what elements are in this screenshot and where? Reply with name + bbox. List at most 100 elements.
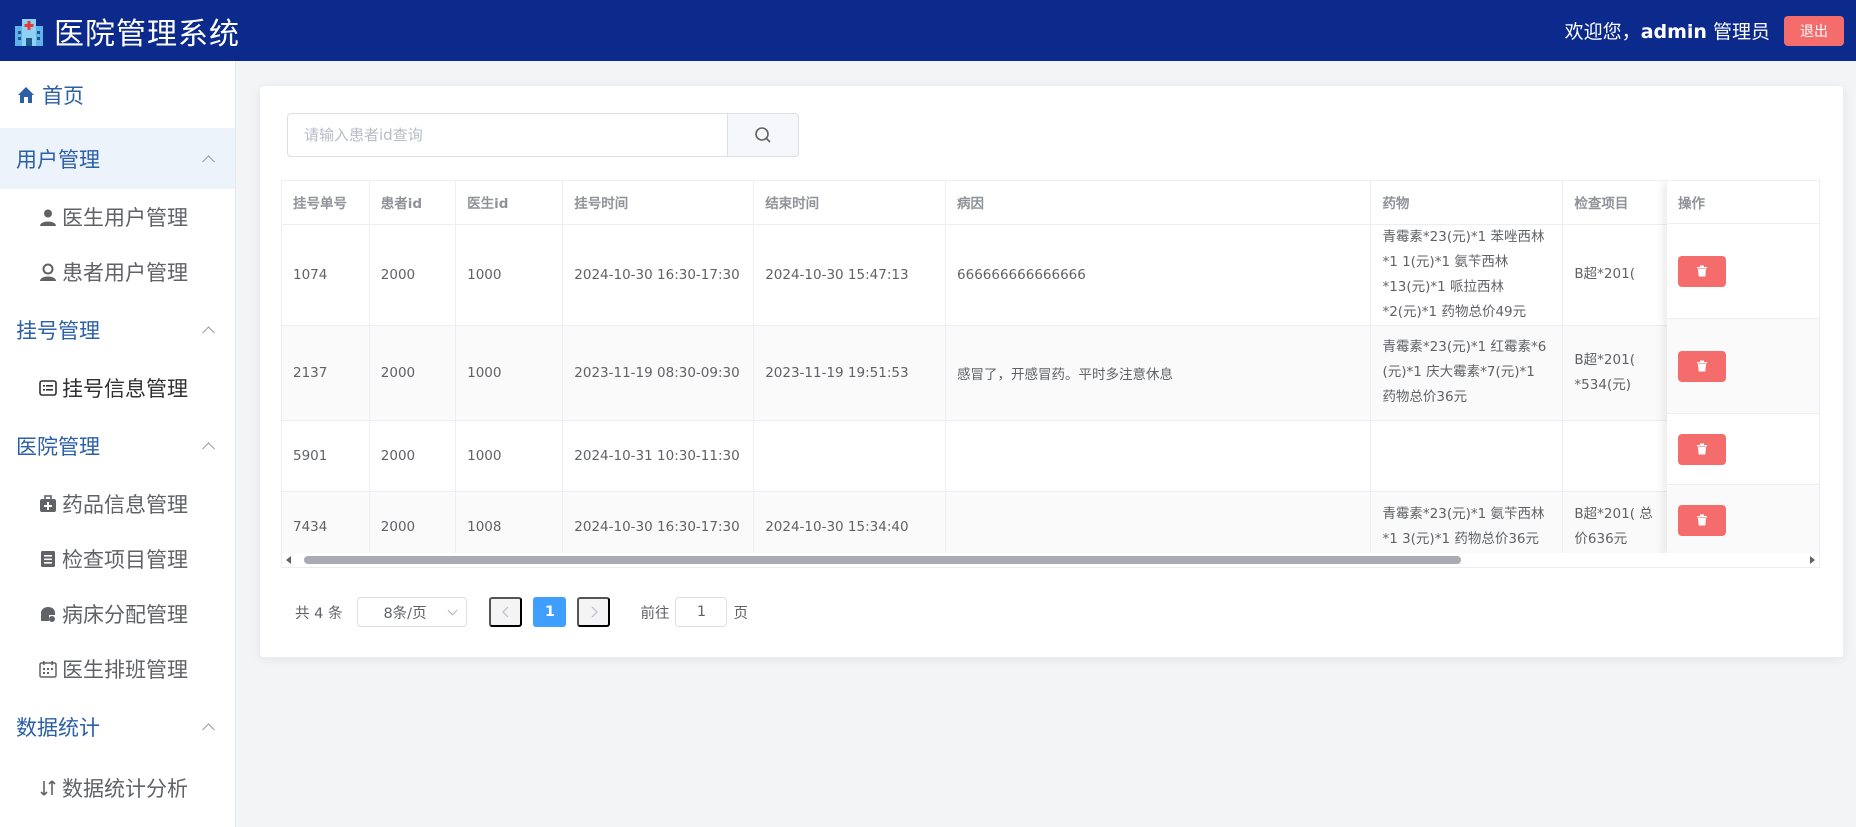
delete-button[interactable] <box>1678 255 1726 287</box>
page-suffix: 页 <box>733 605 748 622</box>
sidebar-item-registration-info[interactable]: 挂号信息管理 <box>0 360 235 415</box>
sidebar-item-stats-analysis[interactable]: 数据统计分析 <box>0 757 235 818</box>
sidebar-item-home[interactable]: 首页 <box>0 61 235 128</box>
cell-reg-time: 2024-10-30 16:30-17:30 <box>562 491 755 563</box>
sidebar-item-label: 首页 <box>42 83 84 108</box>
cell-end-time <box>753 420 947 492</box>
next-page-button[interactable] <box>577 597 611 627</box>
sidebar-item-label: 数据统计分析 <box>62 776 188 801</box>
actions-cell <box>1667 485 1819 556</box>
username: admin <box>1640 21 1707 43</box>
column-header[interactable]: 医生id <box>455 181 564 225</box>
trash-icon <box>1697 265 1707 277</box>
content-card: 挂号单号 患者id 医生id 挂号时间 结束时间 病因 药物 检查项目 1074… <box>259 85 1844 658</box>
trash-icon <box>1697 360 1707 372</box>
fixed-actions-column: 操作 <box>1667 181 1819 556</box>
prev-page-button[interactable] <box>489 597 523 627</box>
chevron-up-icon <box>202 154 215 168</box>
registration-table: 挂号单号 患者id 医生id 挂号时间 结束时间 病因 药物 检查项目 1074… <box>281 180 1820 568</box>
column-header[interactable]: 挂号单号 <box>282 181 370 225</box>
goto-page-input[interactable] <box>675 597 728 627</box>
sidebar-item-checks[interactable]: 检查项目管理 <box>0 531 235 586</box>
cell-checks <box>1562 420 1672 492</box>
cell-cause <box>945 420 1372 492</box>
scroll-left-arrow-icon[interactable] <box>286 556 291 564</box>
sidebar-item-label: 检查项目管理 <box>62 547 188 572</box>
sidebar-item-beds[interactable]: 病床分配管理 <box>0 586 235 641</box>
sidebar-item-label: 病床分配管理 <box>62 602 188 627</box>
cell-drugs: 青霉素*23(元)*1 苯唑西林*1 1(元)*1 氨苄西林*13(元)*1 哌… <box>1370 224 1564 326</box>
table-row: 7434 2000 1008 2024-10-30 16:30-17:30 20… <box>282 491 1819 563</box>
sidebar-item-label: 患者用户管理 <box>62 260 188 285</box>
actions-cell <box>1667 224 1819 319</box>
cell-patient-id: 2000 <box>369 325 457 421</box>
cell-doctor-id: 1000 <box>455 224 564 326</box>
cell-reg-id: 1074 <box>282 224 370 326</box>
sidebar-item-label: 药品信息管理 <box>62 492 188 517</box>
cell-drugs: 青霉素*23(元)*1 氨苄西林*1 3(元)*1 药物总价36元 <box>1370 491 1564 563</box>
checks-text: B超*201( <box>1574 266 1635 282</box>
page-size-value: 8条/页 <box>383 605 427 622</box>
goto-label: 前往 <box>640 605 670 622</box>
delete-button[interactable] <box>1678 433 1726 465</box>
document-icon <box>38 549 58 569</box>
table-row: 1074 2000 1000 2024-10-30 16:30-17:30 20… <box>282 224 1819 326</box>
search-icon <box>755 127 771 143</box>
scrollbar-thumb[interactable] <box>304 556 1461 564</box>
logout-button[interactable]: 退出 <box>1784 15 1844 46</box>
cell-reg-id: 5901 <box>282 420 370 492</box>
cell-patient-id: 2000 <box>369 491 457 563</box>
pagination: 共 4 条 8条/页 1 前往 页 <box>295 596 748 628</box>
actions-cell <box>1667 414 1819 485</box>
cell-drugs: 青霉素*23(元)*1 红霉素*6 (元)*1 庆大霉素*7(元)*1 药物总价… <box>1370 325 1564 421</box>
patient-id-search-input[interactable] <box>287 113 727 157</box>
logo: 医院管理系统 <box>12 9 240 53</box>
cell-reg-time: 2024-10-30 16:30-17:30 <box>562 224 755 326</box>
sidebar-item-doctor-users[interactable]: 医生用户管理 <box>0 189 235 244</box>
table-row: 2137 2000 1000 2023-11-19 08:30-09:30 20… <box>282 325 1819 421</box>
table-row: 5901 2000 1000 2024-10-31 10:30-11:30 <box>282 420 1819 492</box>
cell-doctor-id: 1000 <box>455 325 564 421</box>
column-header[interactable]: 挂号时间 <box>562 181 755 225</box>
cell-doctor-id: 1000 <box>455 420 564 492</box>
menu-group-statistics[interactable]: 数据统计 <box>0 696 235 757</box>
sidebar-item-patient-users[interactable]: 患者用户管理 <box>0 244 235 299</box>
cell-doctor-id: 1008 <box>455 491 564 563</box>
menu-group-label: 医院管理 <box>16 434 100 459</box>
menu-group-user[interactable]: 用户管理 <box>0 128 235 189</box>
search-button[interactable] <box>727 113 799 157</box>
horizontal-scrollbar[interactable] <box>282 553 1819 567</box>
sidebar-item-drugs[interactable]: 药品信息管理 <box>0 476 235 531</box>
app-title: 医院管理系统 <box>54 16 240 52</box>
column-header[interactable]: 结束时间 <box>753 181 947 225</box>
list-icon <box>38 378 58 398</box>
user-role: 管理员 <box>1706 21 1770 43</box>
column-header-actions: 操作 <box>1667 181 1819 224</box>
sidebar-item-schedule[interactable]: 医生排班管理 <box>0 641 235 696</box>
user-area: 欢迎您，admin 管理员 退出 <box>1565 0 1844 61</box>
user-circle-icon <box>38 262 58 282</box>
delete-button[interactable] <box>1678 504 1726 536</box>
drugs-text: 青霉素*23(元)*1 氨苄西林*1 3(元)*1 药物总价36元 <box>1382 505 1545 547</box>
menu-group-hospital[interactable]: 医院管理 <box>0 415 235 476</box>
drugs-text: 青霉素*23(元)*1 红霉素*6 (元)*1 庆大霉素*7(元)*1 药物总价… <box>1382 339 1547 405</box>
menu-group-label: 挂号管理 <box>16 318 100 343</box>
welcome-prefix: 欢迎您， <box>1564 21 1641 43</box>
page-size-select[interactable]: 8条/页 <box>357 597 468 627</box>
cell-checks: B超*201( *534(元) <box>1562 325 1672 421</box>
search-bar <box>287 113 799 157</box>
column-header[interactable]: 药物 <box>1370 181 1564 225</box>
scroll-right-arrow-icon[interactable] <box>1810 556 1815 564</box>
column-header[interactable]: 患者id <box>369 181 457 225</box>
column-header[interactable]: 病因 <box>945 181 1372 225</box>
table-grid: 挂号单号 患者id 医生id 挂号时间 结束时间 病因 药物 检查项目 1074… <box>282 181 1819 563</box>
delete-button[interactable] <box>1678 350 1726 382</box>
cell-reg-time: 2023-11-19 08:30-09:30 <box>562 325 755 421</box>
menu-group-registration[interactable]: 挂号管理 <box>0 299 235 360</box>
cell-reg-time: 2024-10-31 10:30-11:30 <box>562 420 755 492</box>
trash-icon <box>1697 443 1707 455</box>
cell-end-time: 2024-10-30 15:47:13 <box>753 224 947 326</box>
column-header[interactable]: 检查项目 <box>1562 181 1672 225</box>
page-number-current[interactable]: 1 <box>533 597 567 627</box>
user-icon <box>38 207 58 227</box>
